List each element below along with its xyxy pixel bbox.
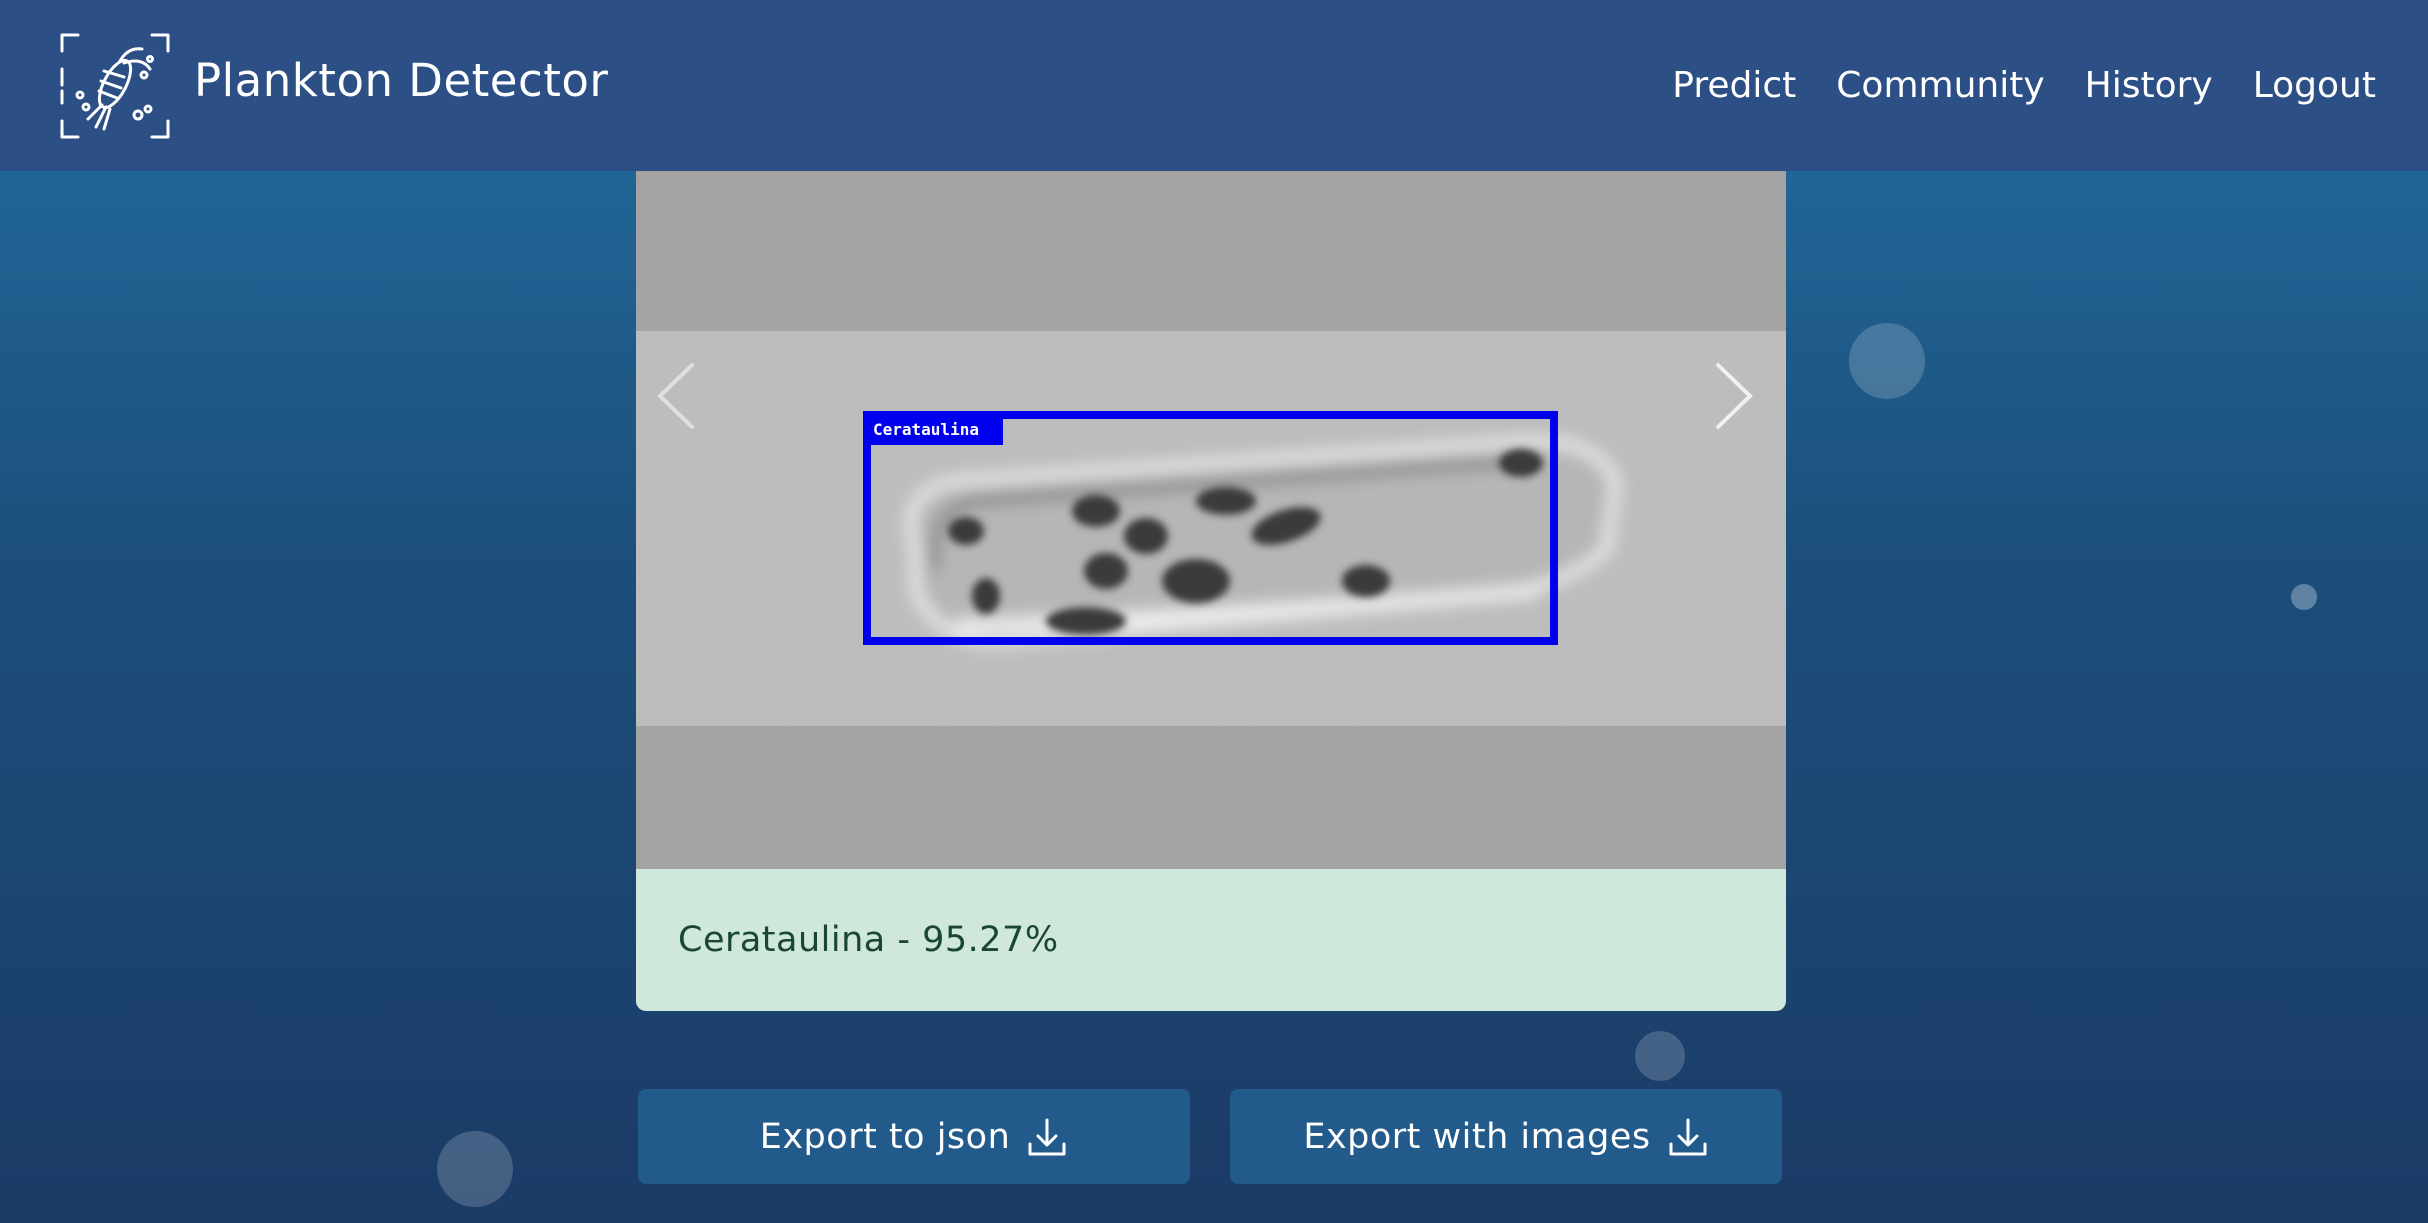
chevron-right-icon — [1716, 363, 1753, 429]
export-images-button[interactable]: Export with images — [1230, 1089, 1782, 1184]
decorative-bubble — [437, 1131, 513, 1207]
plankton-image: Cerataulina — [636, 171, 1786, 869]
carousel-prev-button[interactable] — [636, 346, 716, 446]
decorative-bubble — [1849, 323, 1925, 399]
navbar: Plankton Detector Predict Community Hist… — [0, 0, 2428, 171]
export-json-button[interactable]: Export to json — [638, 1089, 1190, 1184]
brand-title[interactable]: Plankton Detector — [194, 54, 608, 107]
nav-history[interactable]: History — [2085, 65, 2213, 106]
decorative-bubble — [1635, 1031, 1685, 1081]
result-text: Cerataulina - 95.27% — [678, 920, 1059, 960]
nav-community[interactable]: Community — [1836, 65, 2044, 106]
export-json-label: Export to json — [759, 1116, 1011, 1157]
carousel-next-button[interactable] — [1694, 346, 1774, 446]
detection-label: Cerataulina — [873, 420, 979, 439]
nav-predict[interactable]: Predict — [1672, 65, 1796, 106]
download-icon — [1669, 1118, 1707, 1155]
main-nav: Predict Community History Logout — [1672, 65, 2376, 106]
decorative-bubble — [2291, 584, 2317, 610]
chevron-left-icon — [657, 363, 694, 429]
prediction-result: Cerataulina - 95.27% — [636, 869, 1786, 1011]
plankton-scan-icon[interactable] — [58, 29, 172, 143]
prediction-carousel: Cerataulina — [636, 171, 1786, 869]
nav-logout[interactable]: Logout — [2253, 65, 2376, 106]
export-images-label: Export with images — [1303, 1116, 1651, 1157]
download-icon — [1028, 1118, 1066, 1155]
